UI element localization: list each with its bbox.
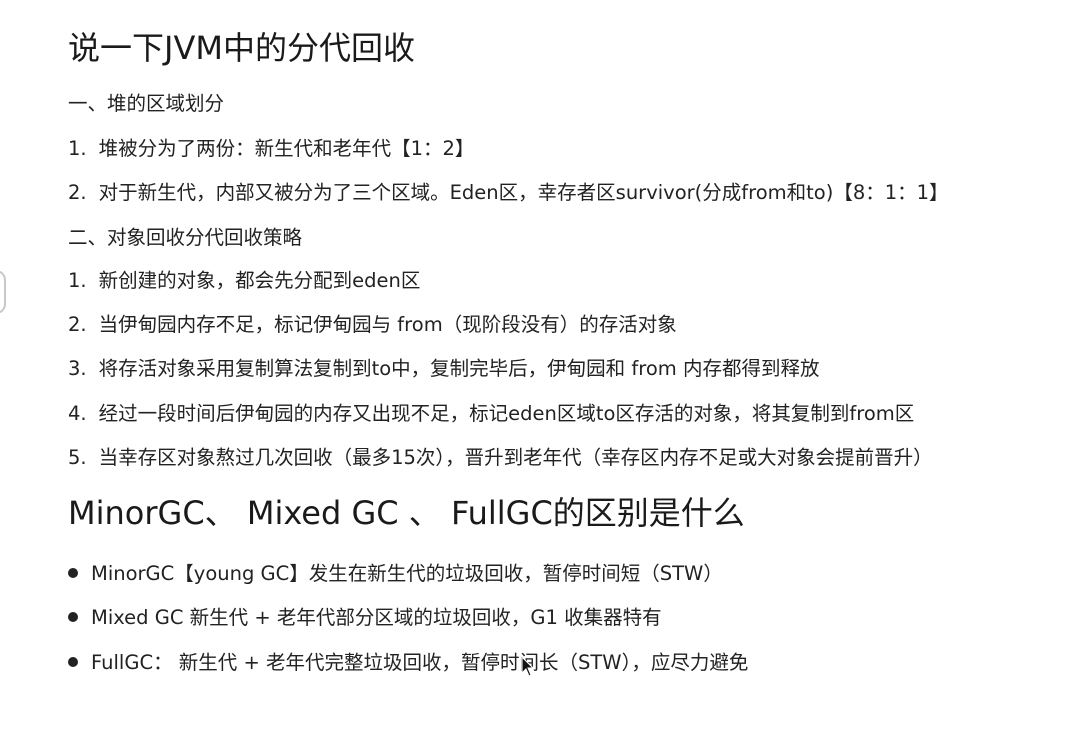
item-text: 经过一段时间后伊甸园的内存又出现不足，标记eden区域to区存活的对象，将其复制… xyxy=(98,402,915,425)
item-text: 将存活对象采用复制算法复制到to中，复制完毕后，伊甸园和 from 内存都得到释… xyxy=(98,357,820,380)
part1-item-1: 1. 堆被分为了两份：新生代和老年代【1：2】 xyxy=(68,136,474,162)
part2-item-1: 1. 新创建的对象，都会先分配到eden区 xyxy=(68,268,420,294)
slide: 说一下JVM中的分代回收 一、堆的区域划分 1. 堆被分为了两份：新生代和老年代【… xyxy=(0,0,1080,729)
part1-heading: 一、堆的区域划分 xyxy=(68,92,225,115)
part2-item-5: 5. 当幸存区对象熬过几次回收（最多15次），晋升到老年代（幸存区内存不足或大对象… xyxy=(68,445,933,471)
bullet-text: MinorGC【young GC】发生在新生代的垃圾回收，暂停时间短（STW） xyxy=(91,562,723,585)
item-text: 新创建的对象，都会先分配到eden区 xyxy=(98,269,421,292)
part2-item-3: 3. 将存活对象采用复制算法复制到to中，复制完毕后，伊甸园和 from 内存都得… xyxy=(68,356,819,382)
item-text: 对于新生代，内部又被分为了三个区域。Eden区，幸存者区survivor(分成f… xyxy=(98,181,949,204)
gc-bullet-mixed: Mixed GC 新生代 + 老年代部分区域的垃圾回收，G1 收集器特有 xyxy=(68,605,662,631)
bullet-text: FullGC： 新生代 + 老年代完整垃圾回收，暂停时间长（STW），应尽力避免 xyxy=(91,651,749,674)
item-text: 堆被分为了两份：新生代和老年代【1：2】 xyxy=(98,137,475,160)
item-number: 2. xyxy=(68,313,87,336)
item-number: 3. xyxy=(68,357,87,380)
bullet-dot-icon xyxy=(68,657,78,667)
section2-title: MinorGC、 Mixed GC 、 FullGC的区别是什么 xyxy=(68,494,745,532)
gc-bullet-full: FullGC： 新生代 + 老年代完整垃圾回收，暂停时间长（STW），应尽力避免 xyxy=(68,650,748,676)
bullet-text: Mixed GC 新生代 + 老年代部分区域的垃圾回收，G1 收集器特有 xyxy=(91,606,662,629)
item-text: 当伊甸园内存不足，标记伊甸园与 from（现阶段没有）的存活对象 xyxy=(98,313,677,336)
item-number: 4. xyxy=(68,402,87,425)
item-number: 2. xyxy=(68,181,87,204)
edge-scroll-mark xyxy=(0,270,6,314)
bullet-dot-icon xyxy=(68,612,78,622)
gc-bullet-minor: MinorGC【young GC】发生在新生代的垃圾回收，暂停时间短（STW） xyxy=(68,561,723,587)
item-text: 当幸存区对象熬过几次回收（最多15次），晋升到老年代（幸存区内存不足或大对象会提… xyxy=(98,446,933,469)
item-number: 1. xyxy=(68,269,87,292)
mouse-cursor-icon xyxy=(521,656,535,677)
bullet-dot-icon xyxy=(68,568,78,578)
section1-title: 说一下JVM中的分代回收 xyxy=(68,29,415,67)
part2-heading: 二、对象回收分代回收策略 xyxy=(68,226,303,249)
part2-item-2: 2. 当伊甸园内存不足，标记伊甸园与 from（现阶段没有）的存活对象 xyxy=(68,312,677,338)
item-number: 1. xyxy=(68,137,87,160)
part1-item-2: 2. 对于新生代，内部又被分为了三个区域。Eden区，幸存者区survivor(分… xyxy=(68,180,949,206)
part2-item-4: 4. 经过一段时间后伊甸园的内存又出现不足，标记eden区域to区存活的对象，将其… xyxy=(68,401,914,427)
item-number: 5. xyxy=(68,446,87,469)
